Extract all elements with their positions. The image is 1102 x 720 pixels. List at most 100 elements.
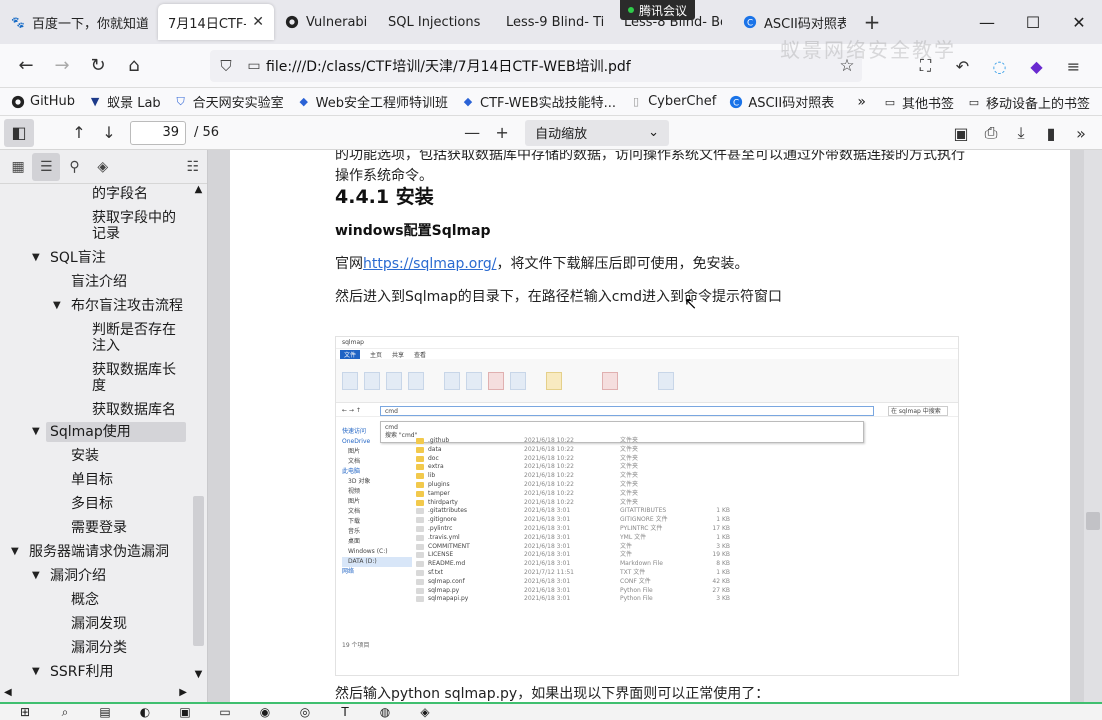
terminal-icon[interactable]: ▣: [172, 704, 198, 720]
minimize-icon[interactable]: —: [964, 0, 1010, 44]
scroll-right-icon[interactable]: ▶: [179, 687, 187, 698]
outline-item[interactable]: 概念: [71, 592, 99, 608]
meeting-badge[interactable]: 腾讯会议: [620, 0, 696, 20]
reload-icon[interactable]: ↻: [80, 50, 116, 82]
outline-item[interactable]: 安装: [71, 448, 99, 464]
sidebar-toggle-icon[interactable]: ◧: [4, 118, 34, 147]
menu-icon[interactable]: ≡: [1055, 50, 1092, 82]
attachments-icon[interactable]: ⚲: [60, 153, 88, 181]
outline-item[interactable]: 单目标: [71, 472, 113, 488]
layers-icon[interactable]: ◈: [89, 153, 117, 181]
outline-item-ssrf-use[interactable]: ▼ SSRF利用: [32, 664, 114, 680]
text-icon[interactable]: T: [332, 704, 358, 720]
twisty-icon[interactable]: ▼: [11, 544, 19, 560]
bookmark-cyberchef[interactable]: ▯ CyberChef: [628, 94, 716, 110]
page-number-input[interactable]: 39: [130, 120, 186, 145]
outline-item[interactable]: 度: [92, 378, 106, 394]
tab-baidu[interactable]: 🐾 百度一下，你就知道: [0, 4, 158, 40]
print-icon[interactable]: ⎙: [976, 119, 1006, 147]
back-icon[interactable]: ←: [8, 50, 44, 82]
zoom-in-icon[interactable]: +: [487, 119, 517, 147]
tab-vulnerability[interactable]: Vulnerability: [274, 4, 378, 40]
scrollbar-thumb[interactable]: [1086, 512, 1100, 530]
forward-icon[interactable]: →: [44, 50, 80, 82]
more-tools-icon[interactable]: »: [1066, 119, 1096, 147]
outline-item[interactable]: 的字段名: [92, 186, 148, 202]
outline-item[interactable]: 获取字段中的: [92, 210, 176, 226]
thumbnails-icon[interactable]: ▦: [4, 153, 32, 181]
outline-item[interactable]: 漏洞分类: [71, 640, 127, 656]
undo-icon[interactable]: ↶: [944, 50, 981, 82]
outline-item[interactable]: 获取数据库名: [92, 402, 176, 418]
bookmark-web-training[interactable]: ◆ Web安全工程师特训班: [296, 92, 448, 111]
twisty-icon[interactable]: ▼: [53, 298, 61, 314]
outline-item[interactable]: 注入: [92, 338, 120, 354]
document-scrollbar[interactable]: [1084, 150, 1102, 702]
tab-sql-injections[interactable]: SQL Injections: [378, 4, 496, 40]
presentation-icon[interactable]: ▣: [946, 119, 976, 147]
outline-item[interactable]: 记录: [92, 226, 120, 242]
chrome-icon[interactable]: ◎: [292, 704, 318, 720]
folder-icon[interactable]: ▭: [212, 704, 238, 720]
outline-icon[interactable]: ☰: [32, 152, 61, 181]
app-icon[interactable]: ◈: [412, 704, 438, 720]
bookmark-mobile[interactable]: ▭ 移动设备上的书签: [966, 93, 1090, 112]
address-bar[interactable]: ⛉ ▭ file:///D:/class/CTF培训/天津/7月14日CTF-W…: [210, 50, 862, 82]
twisty-icon[interactable]: ▼: [32, 568, 40, 584]
new-tab-button[interactable]: +: [856, 4, 888, 40]
current-outline-icon[interactable]: ☷: [179, 153, 207, 181]
outline-scrollbar[interactable]: ▲ ▼: [190, 184, 207, 686]
overflow-chevron-icon[interactable]: »: [857, 94, 866, 110]
bookmark-ascii[interactable]: C ASCII码对照表: [728, 92, 834, 111]
outline-item[interactable]: 盲注介绍: [71, 274, 127, 290]
search-icon[interactable]: ⌕: [52, 704, 78, 720]
twisty-icon[interactable]: ▼: [32, 250, 40, 266]
close-icon[interactable]: ✕: [252, 14, 264, 30]
bookmark-hetian[interactable]: ⛉ 合天网安实验室: [173, 92, 284, 112]
browser-icon[interactable]: ◉: [252, 704, 278, 720]
bookmark-ctf-web[interactable]: ◆ CTF-WEB实战技能特...: [460, 92, 616, 111]
explorer-icon[interactable]: ▤: [92, 704, 118, 720]
zoom-select[interactable]: 自动缩放 ⌄: [525, 119, 670, 146]
edge-icon[interactable]: ◐: [132, 704, 158, 720]
app-icon[interactable]: ◍: [372, 704, 398, 720]
outline-item[interactable]: 多目标: [71, 496, 113, 512]
twisty-icon[interactable]: ▼: [32, 424, 40, 440]
scroll-down-icon[interactable]: ▼: [190, 669, 207, 680]
extension-icon[interactable]: ◆: [1018, 50, 1055, 82]
url-text[interactable]: file:///D:/class/CTF培训/天津/7月14日CTF-WEB培训…: [266, 56, 832, 76]
outline-item[interactable]: 需要登录: [71, 520, 127, 536]
document-viewer[interactable]: 的功能选项，包括获取数据库中存储的数据，访问操作系统文件甚至可以通过外带数据连接…: [208, 150, 1102, 702]
sync-icon[interactable]: ◌: [981, 50, 1018, 82]
bookmark-other[interactable]: ▭ 其他书签: [882, 93, 954, 112]
save-icon[interactable]: ⤓: [1006, 119, 1036, 147]
scrollbar-thumb[interactable]: [193, 496, 204, 646]
previous-page-icon[interactable]: ↑: [64, 119, 94, 147]
scroll-left-icon[interactable]: ◀: [4, 687, 12, 698]
start-icon[interactable]: ⊞: [12, 704, 38, 720]
outline-item-sql-blind[interactable]: ▼ SQL盲注: [32, 250, 106, 266]
outline-item-ssrf[interactable]: ▼ 服务器端请求伪造漏洞: [11, 544, 169, 560]
bookmark-icon[interactable]: ▮: [1036, 119, 1066, 147]
bookmark-yijing-lab[interactable]: ▼ 蚁景 Lab: [87, 92, 161, 111]
next-page-icon[interactable]: ↓: [94, 119, 124, 147]
sqlmap-link[interactable]: https://sqlmap.org/: [363, 256, 497, 272]
close-window-icon[interactable]: ✕: [1056, 0, 1102, 44]
outline-item-vuln-intro[interactable]: ▼ 漏洞介绍: [32, 568, 106, 584]
crop-icon[interactable]: ⛶: [907, 50, 944, 82]
outline-item[interactable]: 判断是否存在: [92, 322, 176, 338]
tab-ascii[interactable]: C ASCII码对照表: [732, 4, 856, 40]
outline-item-sqlmap[interactable]: ▼ Sqlmap使用: [32, 422, 186, 442]
outline-hscrollbar[interactable]: ◀ ▶: [0, 686, 208, 702]
star-icon[interactable]: ☆: [832, 56, 862, 76]
scroll-up-icon[interactable]: ▲: [190, 184, 207, 195]
maximize-icon[interactable]: ☐: [1010, 0, 1056, 44]
outline-item-boolean-flow[interactable]: ▼ 布尔盲注攻击流程: [53, 298, 183, 314]
twisty-icon[interactable]: ▼: [32, 664, 40, 680]
outline-item[interactable]: 漏洞发现: [71, 616, 127, 632]
bookmark-github[interactable]: GitHub: [10, 94, 75, 110]
home-icon[interactable]: ⌂: [116, 50, 152, 82]
zoom-out-icon[interactable]: —: [457, 119, 487, 147]
tab-less9[interactable]: Less-9 Blind- Time based: [496, 4, 614, 40]
tab-pdf[interactable]: 7月14日CTF-WEB培训.pdf ✕: [158, 4, 274, 40]
